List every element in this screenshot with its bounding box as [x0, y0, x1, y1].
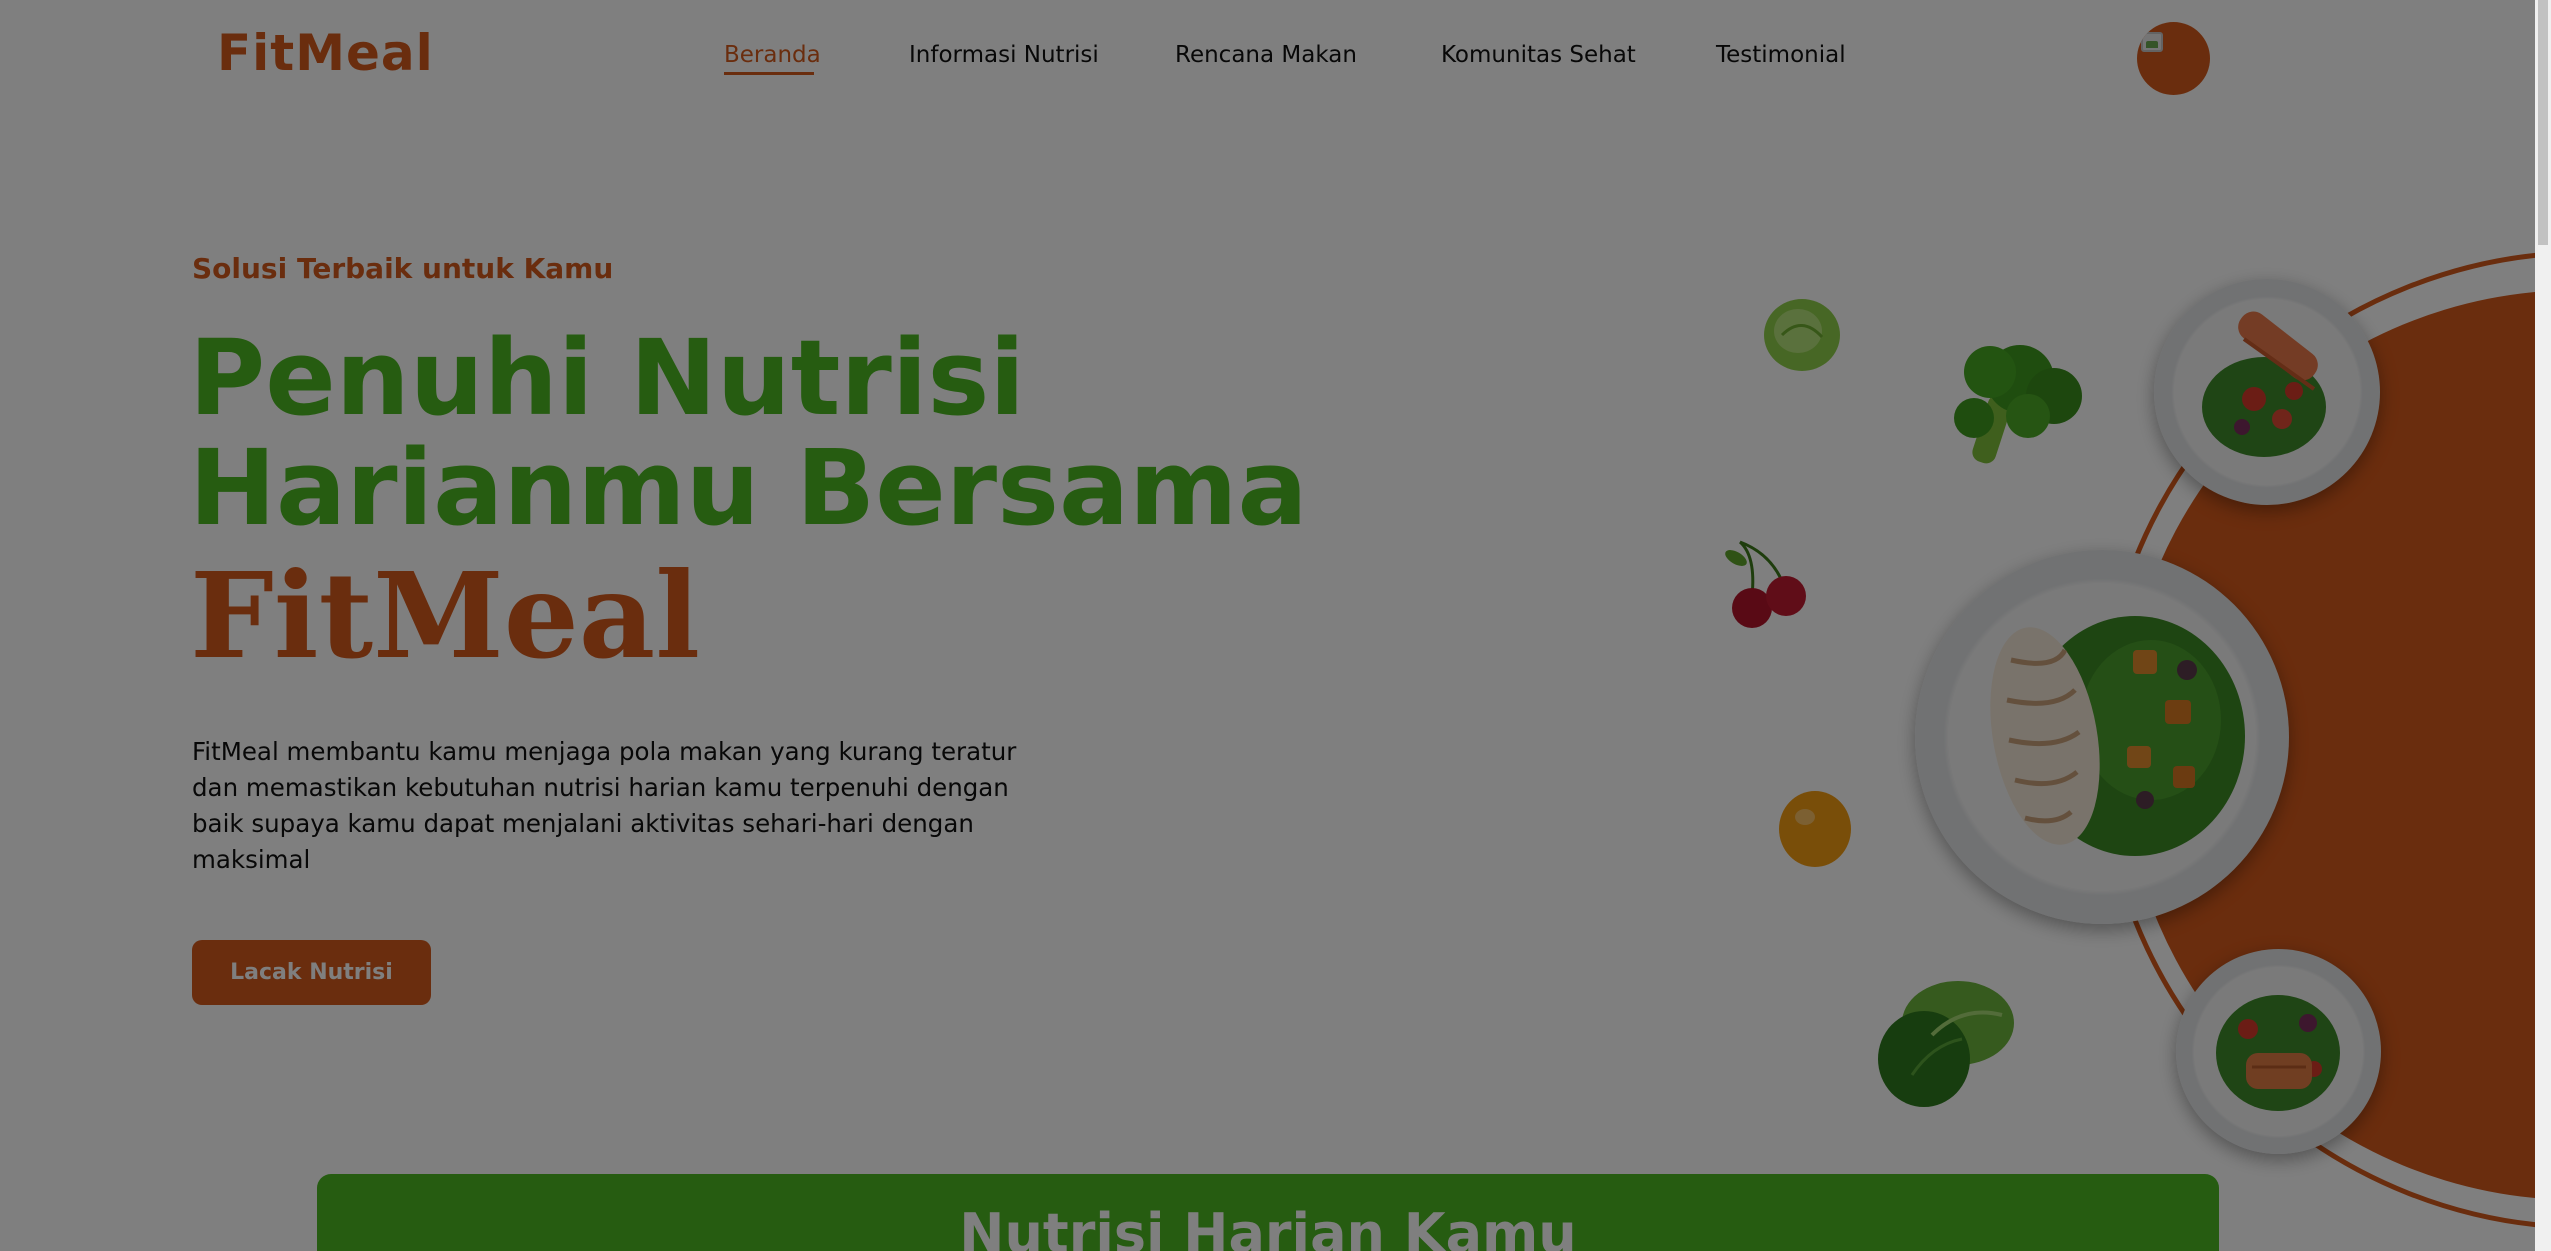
user-avatar[interactable] [2137, 22, 2210, 95]
nav-item-testimonial[interactable]: Testimonial [1716, 42, 1846, 68]
nav-item-informasi-nutrisi[interactable]: Informasi Nutrisi [909, 42, 1099, 68]
nav-item-beranda[interactable]: Beranda [724, 42, 821, 68]
nutrition-section: Nutrisi Harian Kamu [317, 1174, 2219, 1251]
broccoli-icon [1954, 345, 2082, 464]
hero-title-line2: Harianmu Bersama [189, 427, 1308, 549]
nav-item-rencana-makan[interactable]: Rencana Makan [1175, 42, 1357, 68]
track-nutrition-button[interactable]: Lacak Nutrisi [192, 940, 431, 1005]
chicken-salad-icon [1990, 616, 2245, 856]
cherries-icon [1725, 540, 1806, 628]
salmon-salad-plate [2154, 279, 2380, 505]
chicken-salad-plate [1915, 550, 2289, 924]
active-nav-indicator [724, 72, 814, 75]
hero-description: FitMeal membantu kamu menjaga pola makan… [192, 737, 1017, 874]
scrollbar-thumb[interactable] [2538, 0, 2548, 245]
orange-icon [1779, 791, 1851, 867]
nav-item-komunitas-sehat[interactable]: Komunitas Sehat [1441, 42, 1636, 68]
lettuce-icon [1764, 299, 1840, 371]
hero-title-line1: Penuhi Nutrisi [189, 317, 1026, 439]
nutrition-section-title: Nutrisi Harian Kamu [959, 1202, 1577, 1251]
salmon-bowl-plate [2176, 949, 2381, 1154]
salmon-bowl-icon [2216, 995, 2340, 1111]
landing-page: FitMeal Beranda Informasi Nutrisi Rencan… [0, 0, 2535, 1251]
salmon-salad-icon [2202, 311, 2326, 457]
broken-image-icon [2141, 32, 2163, 52]
cabbage-icon [1878, 981, 2014, 1107]
hero-tagline: Solusi Terbaik untuk Kamu [192, 252, 614, 285]
hero-title-brand: FitMeal [190, 546, 701, 685]
